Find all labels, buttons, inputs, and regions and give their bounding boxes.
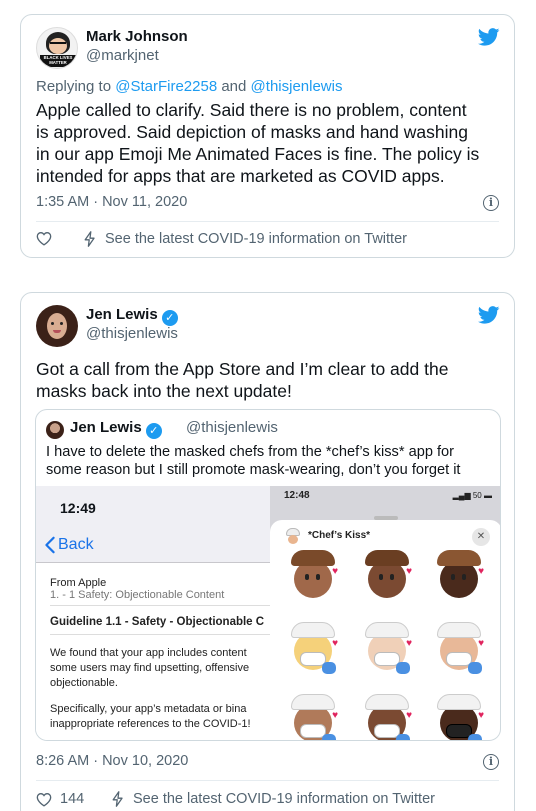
replying-user-link[interactable]: @StarFire2258	[115, 78, 217, 95]
quoted-text-line: I have to delete the masked chefs from t…	[46, 444, 455, 460]
quoted-author-handle: @thisjenlewis	[186, 419, 278, 436]
covid-info-text: See the latest COVID-19 information on T…	[105, 231, 407, 247]
tweet-text: Apple called to clarify. Said there is n…	[36, 99, 506, 187]
tweet-text-line: masks back into the next update!	[36, 381, 292, 401]
author-name[interactable]: Mark Johnson	[86, 28, 188, 45]
sticker-masked-chef: ♥	[437, 694, 484, 740]
sticker-cowboy: ♥	[291, 550, 338, 598]
divider	[50, 605, 270, 606]
chevron-left-icon	[45, 536, 55, 554]
replying-to: Replying to @StarFire2258 and @thisjenle…	[36, 78, 342, 95]
screenshot-status-time: 12:48	[284, 490, 310, 501]
covid-info-link[interactable]: See the latest COVID-19 information on T…	[83, 231, 407, 247]
avatar[interactable]	[36, 305, 78, 347]
tweet-timestamp[interactable]: 1:35 AM · Nov 11, 2020	[36, 194, 187, 210]
screenshot-paragraph-line: inappropriate references to the COVID-1!	[50, 718, 251, 730]
sticker-masked-chef: ♥	[365, 694, 412, 740]
avatar[interactable]	[46, 421, 64, 439]
tweet-text-line: intended for apps that are marketed as C…	[36, 166, 445, 186]
sheet-title: *Chef’s Kiss*	[308, 530, 371, 541]
sticker-masked-chef: ♥	[437, 622, 484, 674]
quoted-author-name-row: Jen Lewis ✓	[70, 419, 162, 439]
chefs-kiss-screenshot[interactable]: 12:48 ▂▄▆ 50 ▬ *Chef’s Kiss* ✕ ♥ ♥ ♥ ♥ ♥…	[270, 486, 500, 740]
screenshot-back-label: Back	[58, 536, 94, 553]
network-label: 50	[472, 491, 482, 500]
author-name[interactable]: Jen Lewis	[86, 306, 158, 323]
screenshot-guideline-title: Guideline 1.1 - Safety - Objectionable C	[50, 616, 265, 628]
quoted-tweet[interactable]: Jen Lewis ✓ @thisjenlewis I have to delet…	[35, 409, 501, 741]
replying-user-link[interactable]: @thisjenlewis	[251, 78, 343, 95]
battery-icon: ▬	[484, 491, 492, 500]
screenshot-paragraph-line: some users may find upsetting, offensive	[50, 662, 250, 674]
divider	[36, 780, 499, 781]
author-handle[interactable]: @thisjenlewis	[86, 325, 178, 342]
heart-icon	[36, 232, 52, 246]
avatar-badge-line: MATTER	[49, 60, 67, 65]
divider	[36, 562, 270, 563]
screenshot-status-icons: ▂▄▆ 50 ▬	[453, 491, 492, 500]
like-button[interactable]: 144	[36, 791, 84, 807]
author-name-row[interactable]: Jen Lewis ✓	[86, 306, 178, 326]
app-review-screenshot[interactable]: 12:49 Back From Apple 1. - 1 Safety: Obj…	[36, 486, 270, 740]
like-count: 144	[60, 791, 85, 807]
sticker-masked-chef: ♥	[291, 694, 338, 740]
verified-badge-icon: ✓	[145, 423, 162, 439]
info-icon[interactable]: i	[483, 754, 499, 770]
tweet-text-line: in our app Emoji Me Animated Faces is fi…	[36, 144, 480, 164]
avatar[interactable]: BLACK LIVES MATTER	[36, 27, 78, 69]
screenshot-paragraph-line: Specifically, your app’s metadata or bin…	[50, 703, 247, 715]
sticker-cowboy: ♥	[437, 550, 484, 598]
covid-info-link[interactable]: See the latest COVID-19 information on T…	[111, 791, 435, 807]
quoted-author-name: Jen Lewis	[70, 419, 142, 436]
lightning-icon	[84, 231, 95, 247]
tweet-card-mark-johnson[interactable]: BLACK LIVES MATTER Mark Johnson @markjne…	[20, 14, 515, 258]
tweet-timestamp[interactable]: 8:26 AM · Nov 10, 2020	[36, 753, 188, 769]
twitter-bird-icon[interactable]	[478, 28, 500, 46]
chef-hat-icon	[284, 528, 302, 544]
tweet-text: Got a call from the App Store and I’m cl…	[36, 358, 506, 402]
like-button[interactable]	[36, 231, 52, 246]
tweet-text-line: Apple called to clarify. Said there is n…	[36, 100, 467, 120]
signal-icon: ▂▄▆	[452, 491, 471, 500]
tweet-text-line: Got a call from the App Store and I’m cl…	[36, 359, 449, 379]
lightning-icon	[112, 791, 123, 807]
replying-prefix: Replying to	[36, 78, 116, 95]
quoted-text-line: some reason but I still promote mask-wea…	[46, 462, 461, 478]
verified-badge-icon: ✓	[161, 310, 178, 326]
divider	[50, 634, 270, 635]
screenshot-paragraph-line: objectionable.	[50, 677, 118, 689]
sticker-masked-chef: ♥	[291, 622, 338, 674]
screenshot-back-button: Back	[44, 536, 94, 554]
sticker-masked-chef: ♥	[365, 622, 412, 674]
twitter-bird-icon[interactable]	[478, 306, 500, 324]
tweet-card-jen-lewis[interactable]: Jen Lewis ✓ @thisjenlewis Got a call from…	[20, 292, 515, 811]
screenshot-status-time: 12:49	[60, 500, 96, 516]
screenshot-paragraph-line: We found that your app includes content	[50, 647, 247, 659]
sticker-cowboy: ♥	[365, 550, 412, 598]
close-icon: ✕	[472, 528, 490, 546]
covid-info-text: See the latest COVID-19 information on T…	[133, 791, 435, 807]
divider	[36, 221, 499, 222]
heart-icon	[36, 792, 52, 807]
author-handle[interactable]: @markjnet	[86, 47, 159, 64]
tweet-text-line: is approved. Said depiction of masks and…	[36, 122, 468, 142]
replying-and: and	[217, 78, 251, 95]
screenshot-section-line: 1. - 1 Safety: Objectionable Content	[50, 589, 225, 601]
sticker-sheet: *Chef’s Kiss* ✕ ♥ ♥ ♥ ♥ ♥ ♥ ♥ ♥ ♥	[270, 520, 500, 740]
info-icon[interactable]: i	[483, 195, 499, 211]
quoted-tweet-text: I have to delete the masked chefs from t…	[46, 443, 492, 479]
